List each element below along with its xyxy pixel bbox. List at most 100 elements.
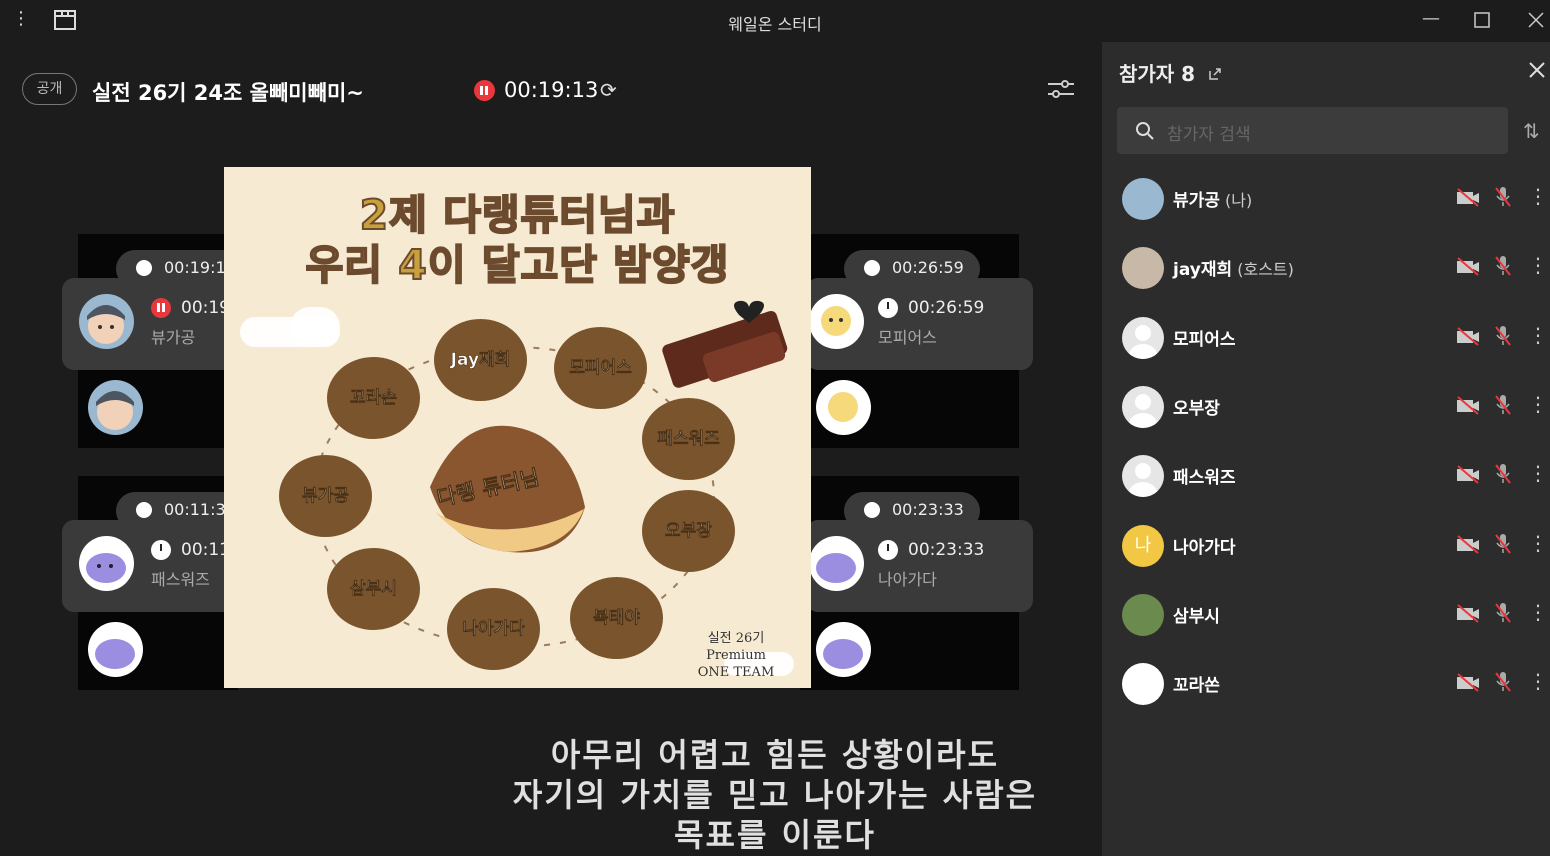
mic-off-icon[interactable] <box>1494 324 1512 348</box>
more-options-icon[interactable]: ⋮ <box>1528 184 1548 208</box>
minimize-icon[interactable]: — <box>1419 8 1443 32</box>
participant-name: 패스워즈 <box>1173 468 1236 489</box>
close-window-icon[interactable] <box>1528 12 1550 36</box>
avatar <box>79 536 134 591</box>
shared-screen-poster: 2제 다랭튜터님과 우리 4이 달고단 밤양갱 Jay재희 모피어스 꼬라손 패… <box>224 167 811 688</box>
avatar <box>809 536 864 591</box>
search-icon <box>1136 122 1154 140</box>
mic-off-icon[interactable] <box>1494 670 1512 694</box>
card-timer: 00:26:59 <box>908 298 985 318</box>
mic-off-icon[interactable] <box>1494 254 1512 278</box>
settings-sliders-icon[interactable] <box>1046 78 1076 100</box>
participant-name: 모피어스 <box>1173 329 1236 350</box>
poster-circle: 오부장 <box>642 490 735 572</box>
participant-name: 나아가다 <box>1173 537 1236 558</box>
participant-row[interactable]: 나 나아가다 ⋮ <box>1102 511 1550 580</box>
poster-circle: 패스워즈 <box>642 398 735 480</box>
mic-off-icon[interactable] <box>1494 185 1512 209</box>
poster-circle: Jay재희 <box>434 319 527 401</box>
avatar <box>1122 663 1164 706</box>
participant-row[interactable]: 오부장 ⋮ <box>1102 372 1550 441</box>
avatar <box>79 294 134 349</box>
card-timer: 00:23:33 <box>908 540 985 560</box>
maximize-icon[interactable] <box>1474 12 1498 36</box>
avatar <box>1122 385 1164 428</box>
participant-row[interactable]: 모피어스 ⋮ <box>1102 303 1550 372</box>
more-options-icon[interactable]: ⋮ <box>1528 461 1548 485</box>
participant-name: 꼬라쏜 <box>1173 676 1220 697</box>
poster-circle: 모피어스 <box>554 327 647 409</box>
session-timer: 00:19:13 <box>504 78 599 102</box>
room-title: 실전 26기 24조 올빼미빼미~ <box>92 81 364 105</box>
participant-row[interactable]: 패스워즈 ⋮ <box>1102 441 1550 510</box>
camera-off-icon[interactable] <box>1456 256 1480 277</box>
card-timer: 00:19 <box>181 298 230 318</box>
avatar <box>1122 247 1164 290</box>
mic-off-icon[interactable] <box>1494 601 1512 625</box>
participant-row[interactable]: 꼬라쏜 ⋮ <box>1102 649 1550 718</box>
more-options-icon[interactable]: ⋮ <box>1528 323 1548 347</box>
camera-off-icon[interactable] <box>1456 464 1480 484</box>
camera-off-icon[interactable] <box>1456 395 1480 415</box>
participant-name: 뷰가공 (나) <box>1173 191 1253 211</box>
participant-name: 삼부시 <box>1173 606 1220 627</box>
avatar <box>1122 455 1164 498</box>
participant-row[interactable]: jay재희 (호스트) ⋮ <box>1102 233 1550 302</box>
mic-off-icon[interactable] <box>1494 393 1512 417</box>
mic-off-icon[interactable] <box>1494 532 1512 556</box>
recording-pause-icon[interactable] <box>474 80 495 101</box>
poster-circle: 복태야 <box>570 577 663 659</box>
more-options-icon[interactable]: ⋮ <box>1528 531 1548 555</box>
more-options-icon[interactable]: ⋮ <box>1528 392 1548 416</box>
participant-card[interactable]: 00:26:59 모피어스 <box>806 278 1033 370</box>
more-options-icon[interactable]: ⋮ <box>1528 669 1548 693</box>
mic-off-icon[interactable] <box>1494 462 1512 486</box>
avatar <box>809 294 864 349</box>
window-title: 웨일온 스터디 <box>728 15 822 34</box>
avatar <box>1122 316 1164 359</box>
avatar <box>816 622 871 677</box>
participant-row[interactable]: 삼부시 ⋮ <box>1102 580 1550 649</box>
avatar <box>1122 593 1164 636</box>
camera-off-icon[interactable] <box>1456 326 1480 346</box>
clock-icon <box>878 540 898 560</box>
title-bar: ⋮ 웨일온 스터디 — <box>0 0 1550 42</box>
participant-name: jay재희 (호스트) <box>1173 260 1294 281</box>
close-panel-icon[interactable] <box>1528 61 1546 79</box>
clock-icon <box>878 298 898 318</box>
card-name: 뷰가공 <box>151 328 196 347</box>
popout-icon[interactable] <box>1208 67 1222 81</box>
avatar <box>1122 178 1164 220</box>
recording-icon <box>151 298 171 318</box>
participant-search-input[interactable]: 참가자 검색 <box>1117 107 1508 154</box>
card-name: 패스워즈 <box>151 570 210 589</box>
participant-row[interactable]: 뷰가공 (나) ⋮ <box>1102 164 1550 233</box>
poster-footer: 실전 26기 Premium ONE TEAM <box>697 631 775 680</box>
camera-off-icon[interactable] <box>1456 534 1480 554</box>
participant-card[interactable]: 00:23:33 나아가다 <box>806 520 1033 612</box>
poster-circle: 꼬라손 <box>327 357 420 439</box>
avatar: 나 <box>1122 524 1164 567</box>
camera-off-icon[interactable] <box>1456 672 1480 692</box>
card-name: 나아가다 <box>878 570 937 589</box>
visibility-badge: 공개 <box>22 73 77 105</box>
participants-title: 참가자 8 <box>1119 58 1222 87</box>
play-icon <box>151 540 171 560</box>
camera-off-icon[interactable] <box>1456 187 1480 207</box>
participant-name: 오부장 <box>1173 398 1220 419</box>
caption-line: 목표를 이룬다 <box>674 816 876 854</box>
refresh-icon[interactable]: ⟳ <box>600 78 617 102</box>
card-name: 모피어스 <box>878 328 937 347</box>
poster-circle: 삼부시 <box>327 548 420 630</box>
poster-circle: 뷰가공 <box>279 455 372 537</box>
avatar <box>88 380 143 435</box>
more-options-icon[interactable]: ⋮ <box>1528 600 1548 624</box>
avatar <box>88 622 143 677</box>
poster-circle: 나아가다 <box>447 588 540 670</box>
sort-icon[interactable]: ⇅ <box>1523 119 1540 143</box>
more-options-icon[interactable]: ⋮ <box>1528 253 1548 277</box>
camera-off-icon[interactable] <box>1456 603 1480 623</box>
search-placeholder: 참가자 검색 <box>1167 125 1251 145</box>
card-timer: 00:11 <box>181 540 230 560</box>
avatar <box>816 380 871 435</box>
